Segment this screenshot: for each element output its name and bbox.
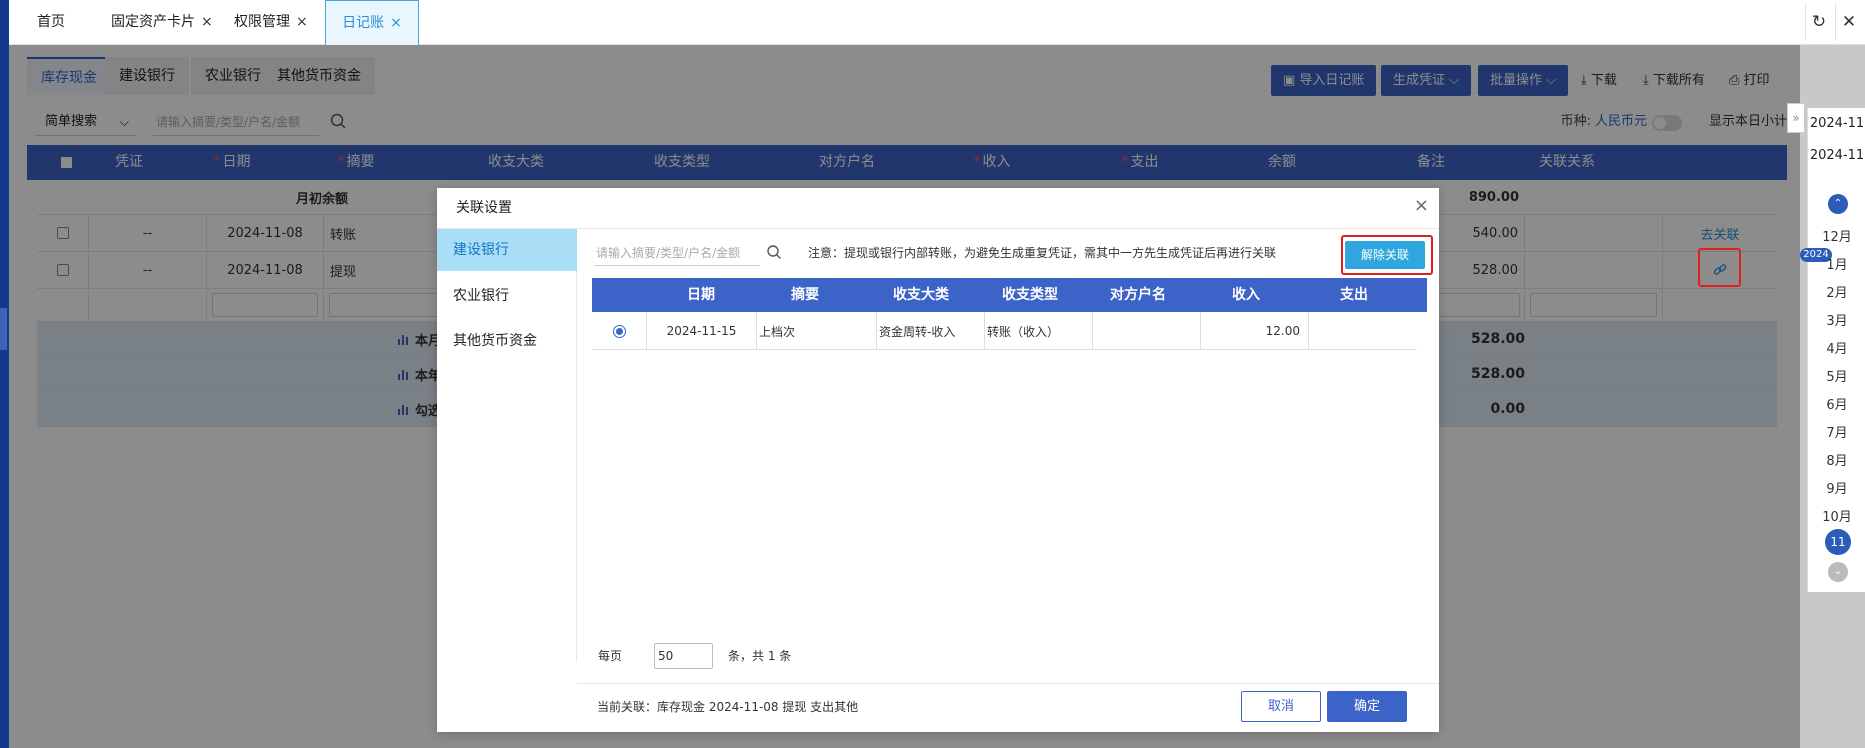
close-icon[interactable]: × — [201, 14, 213, 30]
dialog-side-ccb[interactable]: 建设银行 — [437, 229, 577, 271]
highlight-unlink-button — [1341, 235, 1433, 275]
refresh-icon[interactable]: ↻ — [1805, 4, 1832, 41]
tab-permissions[interactable]: 权限管理 × — [224, 0, 318, 45]
close-icon[interactable]: × — [296, 14, 308, 30]
dialog-note: 注意：提现或银行内部转账，为避免生成重复凭证，需其中一方先生成凭证后再进行关联 — [808, 246, 1277, 260]
tab-home[interactable]: 首页 — [27, 0, 75, 45]
dialog-row-expense — [1309, 312, 1417, 350]
month-item[interactable]: 3月 — [1808, 310, 1865, 329]
close-icon[interactable]: × — [390, 15, 402, 31]
search-icon[interactable] — [765, 243, 785, 263]
cancel-button[interactable]: 取消 — [1241, 691, 1321, 722]
scroll-up-icon[interactable]: ⌃ — [1828, 194, 1848, 214]
month-item-active[interactable]: 11月 — [1825, 529, 1851, 575]
close-icon[interactable]: × — [1414, 194, 1429, 218]
dialog-footer-divider — [577, 683, 1439, 684]
dialog-row-date: 2024-11-15 — [647, 312, 757, 350]
month-item[interactable]: 9月 — [1808, 478, 1865, 497]
highlight-link-icon — [1698, 248, 1741, 287]
tab-journal[interactable]: 日记账 × — [325, 0, 419, 45]
tab-label: 固定资产卡片 — [111, 14, 195, 30]
rail-date[interactable]: 2024-11 — [1808, 148, 1865, 163]
dialog-title: 关联设置 — [456, 200, 512, 216]
dialog-sidebar: 建设银行 农业银行 其他货币资金 — [437, 229, 577, 662]
dialog-side-abc[interactable]: 农业银行 — [437, 275, 577, 317]
dialog-row-counterparty — [1093, 312, 1201, 350]
confirm-button[interactable]: 确定 — [1327, 691, 1407, 722]
link-settings-dialog: 关联设置 × 建设银行 农业银行 其他货币资金 请输入摘要/类型/户名/金额 注… — [437, 188, 1439, 732]
dialog-header-type: 收支类型 — [1002, 287, 1058, 303]
month-item[interactable]: 12月 — [1808, 226, 1865, 245]
dialog-header-category: 收支大类 — [893, 287, 949, 303]
scroll-down-icon[interactable]: ⌄ — [1828, 562, 1848, 582]
dialog-table-row[interactable]: 2024-11-15 上档次 资金周转-收入 转账（收入） 12.00 — [592, 312, 1417, 350]
dialog-header-counterparty: 对方户名 — [1110, 287, 1166, 303]
dialog-row-summary: 上档次 — [757, 312, 877, 350]
rail-collapse-icon[interactable]: » — [1787, 103, 1805, 133]
row-radio[interactable] — [612, 324, 626, 338]
dialog-header-summary: 摘要 — [791, 287, 819, 303]
month-item[interactable]: 5月 — [1808, 366, 1865, 385]
app-root: 首页 固定资产卡片 × 权限管理 × 日记账 × ↻ ✕ 库存现金 建设银行 农业银行… — [0, 0, 1865, 748]
edge-marker — [0, 308, 7, 350]
pager-label: 每页 — [598, 649, 623, 663]
tab-label: 日记账 — [342, 15, 385, 31]
tab-label: 首页 — [37, 14, 65, 30]
dialog-row-income: 12.00 — [1201, 312, 1309, 350]
month-item[interactable]: 1月 — [1808, 254, 1865, 273]
dialog-table-header: 日期 摘要 收支大类 收支类型 对方户名 收入 支出 — [592, 278, 1427, 312]
dialog-search-input[interactable]: 请输入摘要/类型/户名/金额 — [594, 240, 760, 266]
month-item[interactable]: 2月 — [1808, 282, 1865, 301]
month-item[interactable]: 6月 — [1808, 394, 1865, 413]
rail-date[interactable]: 2024-11 — [1808, 116, 1865, 131]
dialog-row-category: 资金周转-收入 — [877, 312, 985, 350]
month-item[interactable]: 4月 — [1808, 338, 1865, 357]
dialog-header-date: 日期 — [687, 287, 715, 303]
dialog-header-expense: 支出 — [1340, 287, 1368, 303]
page-size-input[interactable]: 50 — [654, 643, 713, 669]
dialog-header-income: 收入 — [1232, 287, 1260, 303]
tab-label: 权限管理 — [234, 14, 290, 30]
month-item[interactable]: 7月 — [1808, 422, 1865, 441]
month-item[interactable]: 8月 — [1808, 450, 1865, 469]
tab-bar: 首页 固定资产卡片 × 权限管理 × 日记账 × ↻ ✕ — [9, 0, 1865, 45]
dialog-row-type: 转账（收入） — [985, 312, 1093, 350]
close-all-icon[interactable]: ✕ — [1835, 4, 1862, 41]
month-navigator: 2024-11 2024-11 ⌃ 12月 2024 1月 2月 3月 4月 5… — [1800, 108, 1865, 592]
dialog-divider — [437, 228, 1439, 229]
row-radio-cell — [592, 312, 647, 350]
current-relation: 当前关联：库存现金 2024-11-08 提现 支出其他 — [597, 700, 859, 714]
month-item[interactable]: 10月 — [1808, 506, 1865, 525]
tab-asset-card[interactable]: 固定资产卡片 × — [101, 0, 223, 45]
left-edge — [0, 0, 9, 748]
dialog-side-other[interactable]: 其他货币资金 — [437, 320, 577, 362]
pager-total: 条，共 1 条 — [728, 649, 792, 663]
